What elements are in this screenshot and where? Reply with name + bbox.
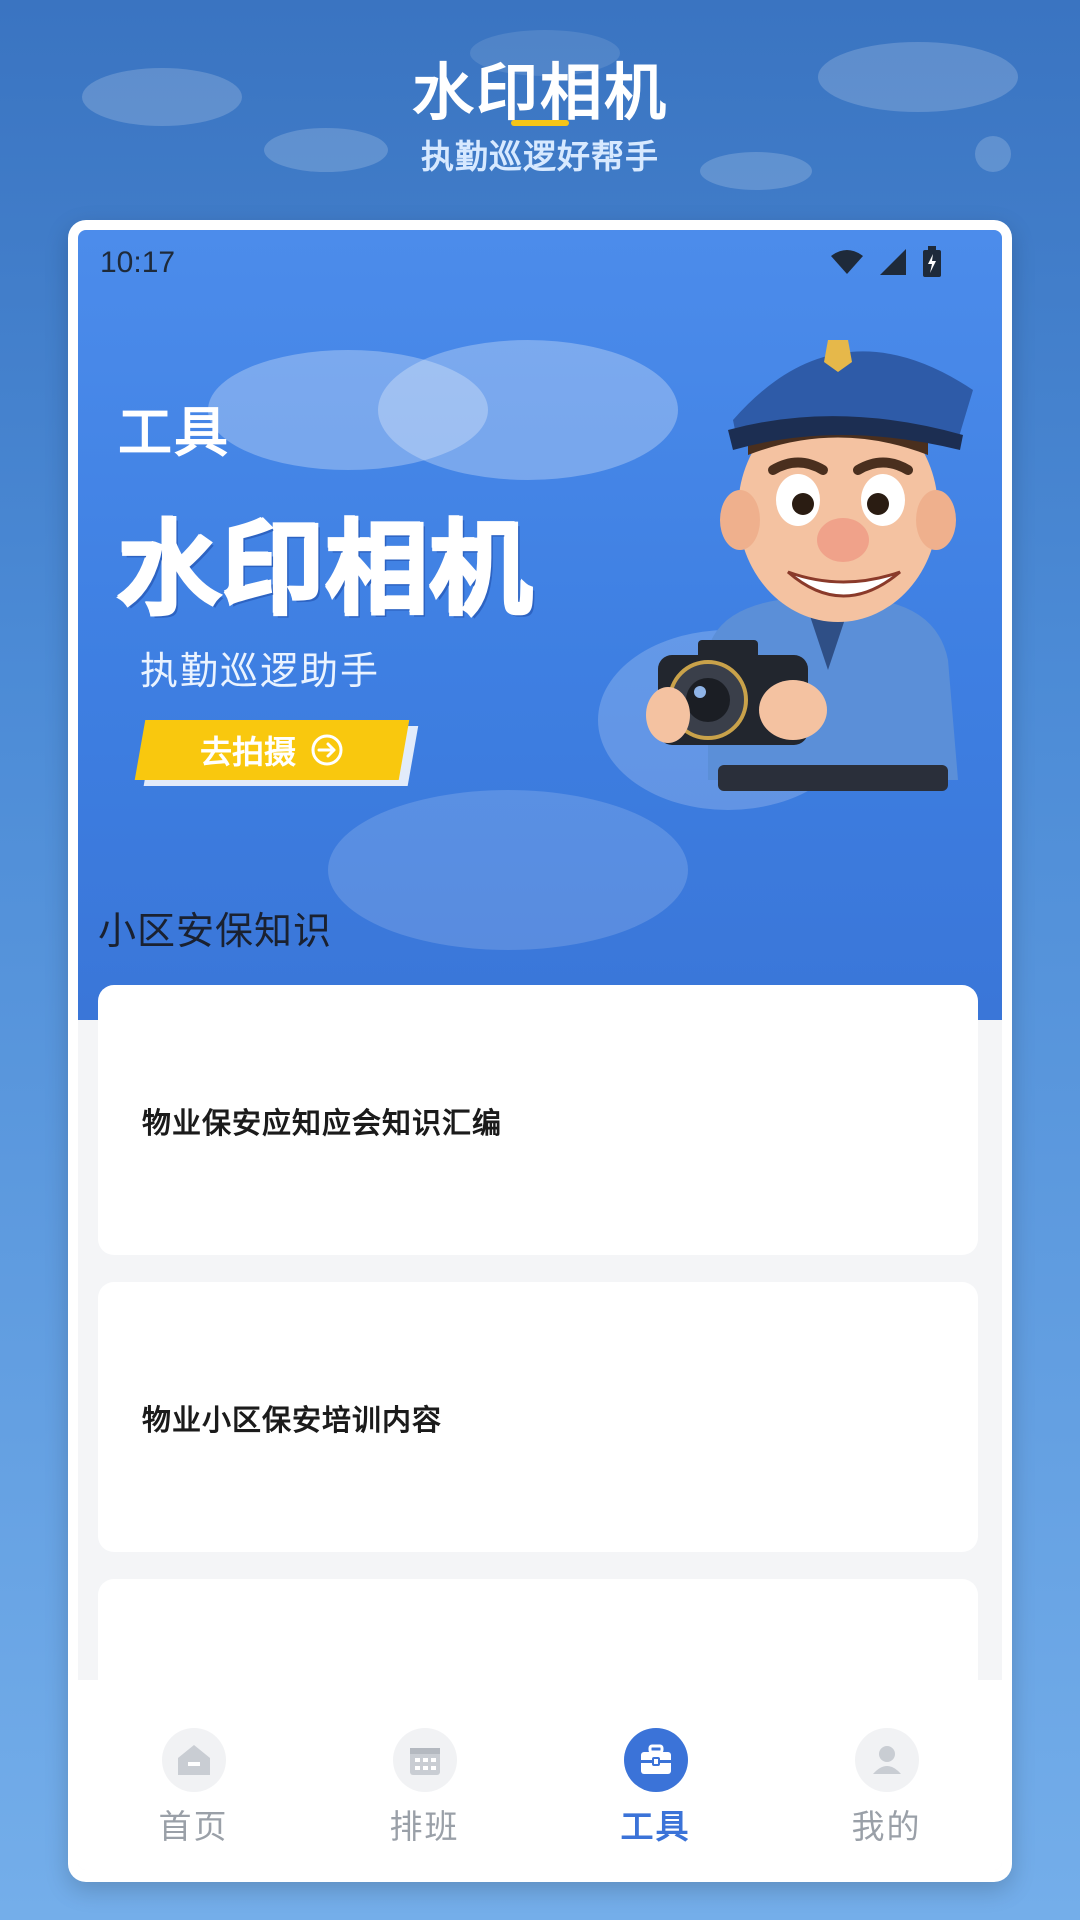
tab-label: 我的: [851, 1807, 922, 1846]
arrow-circle-right-icon: [311, 734, 343, 766]
go-shoot-button[interactable]: 去拍摄: [134, 720, 410, 780]
bottom-tab-bar: 首页 排班 工具 我的: [78, 1680, 1002, 1870]
status-icons: [830, 246, 942, 278]
home-icon: [161, 1728, 226, 1792]
section-title: 小区安保知识: [98, 909, 333, 953]
hero-cloud: [378, 340, 678, 480]
hero-banner: 10:17 工具 水印相机 执勤巡逻助手 去拍摄 小区安保知识: [78, 230, 1002, 1020]
knowledge-card[interactable]: 物业小区保安培训内容: [98, 1282, 978, 1552]
phone-frame: 10:17 工具 水印相机 执勤巡逻助手 去拍摄 小区安保知识 物业保安应知应会…: [68, 220, 1012, 1882]
promo-title: 水印相机: [411, 56, 668, 129]
toolbox-icon: [623, 1728, 688, 1792]
hero-subtitle: 执勤巡逻助手: [140, 649, 381, 693]
tab-tools[interactable]: 工具: [540, 1680, 771, 1870]
tab-schedule[interactable]: 排班: [309, 1680, 540, 1870]
knowledge-card-title: 物业小区保安培训内容: [142, 1403, 443, 1437]
go-shoot-label: 去拍摄: [199, 733, 296, 771]
status-time: 10:17: [100, 246, 176, 279]
tab-mine[interactable]: 我的: [771, 1680, 1002, 1870]
app-screen: 10:17 工具 水印相机 执勤巡逻助手 去拍摄 小区安保知识 物业保安应知应会…: [78, 230, 1002, 1870]
user-icon: [854, 1728, 919, 1792]
police-mascot-illustration: [646, 340, 973, 791]
tab-label: 工具: [620, 1807, 691, 1846]
knowledge-card[interactable]: 物业保安应知应会知识汇编: [98, 985, 978, 1255]
hero-section-label: 工具: [118, 401, 230, 464]
knowledge-card-title: 物业保安应知应会知识汇编: [142, 1106, 503, 1140]
tab-label: 排班: [389, 1807, 460, 1846]
wifi-icon: [831, 250, 863, 274]
promo-title-underline: [511, 120, 569, 126]
promo-subtitle: 执勤巡逻好帮手: [421, 137, 659, 176]
hero-title: 水印相机: [117, 510, 534, 632]
go-shoot-button-content: 去拍摄: [200, 727, 344, 773]
tab-label: 首页: [158, 1807, 229, 1846]
hero-cloud: [328, 790, 688, 950]
tab-home[interactable]: 首页: [78, 1680, 309, 1870]
calendar-icon: [392, 1728, 457, 1792]
signal-icon: [880, 249, 906, 275]
battery-icon: [923, 246, 941, 277]
